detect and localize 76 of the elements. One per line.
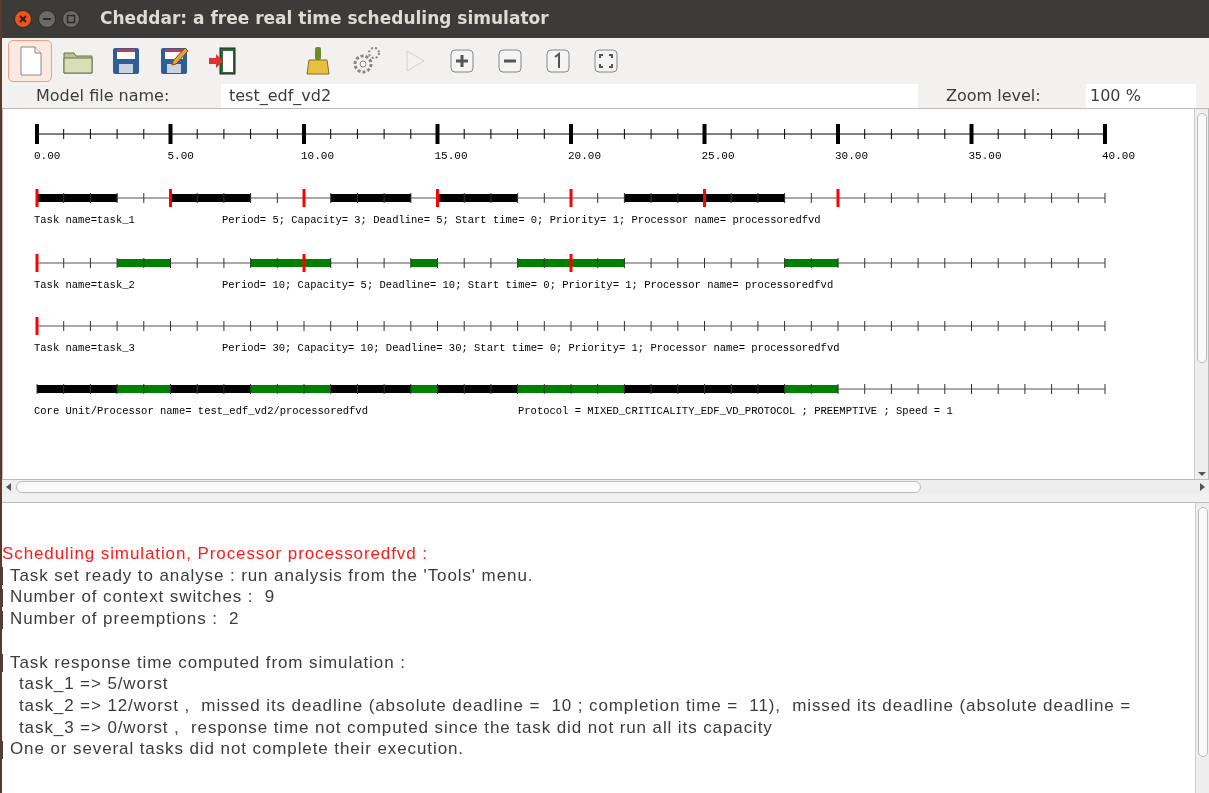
log-line: task_3 => 0/worst , response time not computed since the task did not run all its capacity [19, 717, 773, 737]
log-line: Number of preemptions : 2 [10, 609, 240, 629]
tick-mark [36, 384, 38, 394]
tick-mark [810, 384, 812, 394]
minimize-button[interactable] [38, 10, 56, 28]
tick-label: 20.00 [568, 150, 601, 162]
model-file-field: test_edf_vd2 [221, 84, 918, 108]
close-button[interactable] [14, 10, 32, 28]
log-heading: Scheduling simulation, Processor processoredfvd : [2, 544, 428, 563]
label: Model file name: [36, 85, 171, 107]
tick-label: 40.00 [1102, 150, 1135, 162]
tick-mark [543, 384, 545, 394]
tick-mark [704, 384, 705, 394]
tick-mark [517, 384, 519, 394]
tick-mark [276, 384, 278, 394]
tick-mark [570, 384, 572, 394]
tick-mark [330, 384, 332, 394]
tick-mark [784, 384, 786, 394]
tick-mark [837, 384, 839, 394]
down-arrow-icon[interactable] [1196, 469, 1207, 479]
tick-mark [1051, 384, 1053, 394]
tick-mark [650, 384, 652, 394]
tick-mark [116, 384, 118, 394]
vertical-scrollbar[interactable] [1195, 503, 1209, 793]
tick-mark [730, 384, 732, 394]
tick-mark [303, 384, 305, 394]
log-line: Task response time computed from simulation : [10, 652, 406, 672]
tick-label: 25.00 [701, 150, 735, 162]
tick-mark [437, 384, 438, 394]
tick-label: 30.00 [835, 150, 868, 162]
log-line: One or several tasks did not complete their execution. [10, 739, 464, 759]
tick-mark [677, 384, 679, 394]
log-line: task_1 => 5/worst [19, 674, 169, 694]
maximize-icon [64, 12, 78, 26]
tick-mark [597, 384, 599, 394]
tick-mark [89, 384, 91, 394]
tick-mark [383, 384, 385, 394]
task-details: Period= 10; Capacity= 5; Deadline= 10; Start time= 0; Priority= 1; Processor name= processoredfvd [222, 279, 834, 291]
tick-mark [864, 384, 866, 394]
vertical-scrollbar[interactable] [1194, 109, 1208, 479]
processor-name: Core Unit/Processor name= test_edf_vd2/processoredfvd [34, 405, 368, 417]
tick-label: 35.00 [968, 150, 1002, 162]
tick-mark [170, 384, 171, 394]
tick-label: 5.00 [167, 150, 194, 162]
tick-mark [196, 384, 198, 394]
tick-label: 15.00 [434, 150, 468, 162]
task-name: Task name=task_2 [34, 279, 135, 291]
tick-label: 10.00 [301, 150, 334, 162]
tick-mark [623, 384, 625, 394]
label: Zoom level: [946, 85, 1042, 107]
window-title: Cheddar: a free real time scheduling simulator [100, 7, 549, 31]
tick-mark [917, 384, 919, 394]
processor-details: Protocol = MIXED_CRITICALITY_EDF_VD_PROTOCOL ; PREEMPTIVE ; Speed = 1 [518, 405, 953, 417]
horizontal-scrollbar[interactable] [2, 480, 1209, 494]
tick-mark [250, 384, 252, 394]
log-line: task_2 => 12/worst , missed its deadline (absolute deadline = 10 ; completion time = 11), missed its deadline (absolute deadline = [19, 695, 1132, 715]
tick-mark [1024, 384, 1026, 394]
log-line: Number of context switches : 9 [10, 587, 276, 607]
tick-mark [63, 384, 65, 394]
tick-mark [143, 384, 145, 394]
tick-mark [971, 384, 972, 394]
task-details: Period= 5; Capacity= 3; Deadline= 5; Start time= 0; Priority= 1; Processor name= processoredfvd [222, 214, 821, 226]
task-name: Task name=task_1 [34, 214, 135, 226]
tick-mark [997, 384, 999, 394]
tick-mark [1077, 384, 1079, 394]
log-line: Task set ready to analyse : run analysis from the 'Tools' menu. [10, 565, 534, 585]
tick-label: 0.00 [34, 150, 61, 162]
tick-mark [410, 384, 412, 394]
task-name: Task name=task_3 [34, 342, 135, 354]
tick-mark [463, 384, 465, 394]
zoom-level-field: 100 % [1086, 84, 1196, 108]
maximize-button[interactable] [62, 10, 80, 28]
tick-mark [356, 384, 358, 394]
tick-mark [944, 384, 946, 394]
task-details: Period= 30; Capacity= 10; Deadline= 30; Start time= 0; Priority= 1; Processor name= processoredfvd [222, 342, 840, 354]
tick-mark [890, 384, 892, 394]
